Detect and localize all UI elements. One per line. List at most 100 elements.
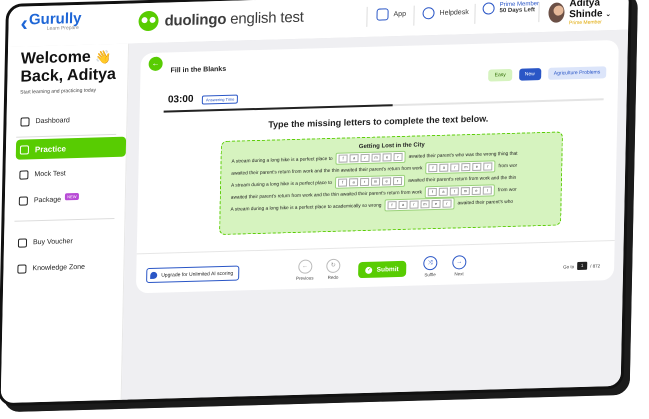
- logo-chevron-icon: ‹: [20, 10, 29, 36]
- letter-box[interactable]: m: [460, 187, 471, 196]
- welcome-subtitle: Start learning and practicing today: [20, 87, 97, 96]
- duolingo-owl-icon: [138, 10, 159, 32]
- new-chip: New: [518, 68, 541, 81]
- brand-suffix: english test: [230, 8, 304, 28]
- passage-text: A stream during a long hike is a perfect…: [231, 180, 333, 189]
- check-icon: ✓: [365, 266, 373, 274]
- letter-box[interactable]: e: [431, 199, 441, 209]
- knowledge-icon: [17, 263, 27, 274]
- main-content: ← Fill in the Blanks Easy New Agricultur…: [121, 29, 629, 400]
- letter-blanks[interactable]: farmer: [384, 197, 455, 212]
- app-window: ‹ Gurully Learn Prepare duolingo english…: [0, 0, 633, 407]
- question-card: ← Fill in the Blanks Easy New Agricultur…: [135, 39, 619, 295]
- user-name: Aditya Shinde: [569, 0, 603, 21]
- letter-box[interactable]: r: [449, 187, 460, 196]
- sidebar-item-mock-test[interactable]: Mock Test: [15, 162, 125, 185]
- next-button[interactable]: → Next: [452, 255, 467, 276]
- letter-box[interactable]: m: [461, 163, 471, 172]
- phone-icon: [376, 8, 389, 21]
- letter-box[interactable]: m: [371, 153, 381, 162]
- letter-box[interactable]: e: [382, 177, 392, 186]
- shuffle-icon: ⤨: [423, 255, 438, 271]
- logo-tagline: Learn Prepare: [46, 24, 79, 32]
- letter-blanks[interactable]: farmer: [425, 160, 496, 175]
- sidebar-item-knowledge-zone[interactable]: Knowledge Zone: [13, 256, 123, 279]
- difficulty-chip: Easy: [488, 68, 512, 82]
- sidebar: Welcome 👋 Back, Aditya Start learning an…: [0, 43, 130, 404]
- dashboard-icon: [20, 116, 30, 127]
- letter-box[interactable]: a: [349, 178, 359, 187]
- sidebar-item-package[interactable]: Package NEW: [15, 188, 125, 211]
- letter-box[interactable]: f: [338, 154, 348, 163]
- new-badge: NEW: [65, 192, 79, 200]
- letter-box[interactable]: r: [393, 152, 403, 162]
- welcome-heading: Welcome 👋 Back, Aditya: [20, 48, 117, 86]
- arrow-left-icon: ←: [297, 259, 313, 274]
- helpdesk-icon: [422, 7, 435, 20]
- passage-text: awaited their parent's return from work …: [408, 175, 517, 184]
- app-link[interactable]: App: [376, 8, 406, 21]
- letter-box[interactable]: r: [450, 163, 460, 172]
- letter-box[interactable]: r: [393, 176, 403, 186]
- duolingo-brand: duolingo english test: [138, 7, 304, 32]
- letter-box[interactable]: e: [382, 153, 392, 162]
- user-menu[interactable]: Aditya Shinde ⌄ Prime Member: [548, 0, 629, 27]
- letter-box[interactable]: a: [438, 187, 449, 196]
- app-label: App: [393, 10, 407, 18]
- category-chip: Agriculture Problems: [547, 66, 607, 80]
- letter-box[interactable]: f: [338, 178, 348, 187]
- passage-text: from wor: [498, 163, 518, 169]
- letter-box[interactable]: r: [360, 153, 370, 163]
- letter-box[interactable]: r: [360, 177, 370, 187]
- letter-box[interactable]: a: [439, 163, 449, 172]
- letter-box[interactable]: r: [482, 186, 493, 195]
- letter-box[interactable]: r: [442, 199, 452, 208]
- gurully-logo[interactable]: ‹ Gurully Learn Prepare: [20, 10, 81, 36]
- letter-box[interactable]: e: [471, 186, 482, 195]
- helpdesk-label: Helpdesk: [439, 8, 469, 17]
- letter-blanks[interactable]: farmer: [335, 150, 406, 165]
- goto-page: Go to 1 / 872: [563, 261, 601, 271]
- previous-button[interactable]: ← Previous: [296, 259, 314, 281]
- redo-button[interactable]: ↻ Redo: [326, 258, 341, 280]
- avatar: [548, 2, 565, 23]
- practice-icon: [19, 144, 30, 155]
- voucher-icon: [17, 237, 28, 248]
- letter-box[interactable]: f: [428, 163, 438, 173]
- letter-box[interactable]: a: [398, 200, 408, 210]
- back-arrow-icon[interactable]: ←: [148, 56, 163, 72]
- page-input[interactable]: 1: [577, 261, 588, 271]
- submit-button[interactable]: ✓ Submit: [358, 260, 407, 279]
- action-bar: Upgrade for Unlimited AI scoring ← Previ…: [135, 239, 615, 295]
- mock-test-icon: [19, 169, 29, 180]
- passage-text: from wor: [497, 187, 517, 193]
- prime-status[interactable]: Prime Member 50 Days Left: [482, 1, 539, 15]
- letter-blanks[interactable]: farmer: [334, 174, 406, 189]
- letter-box[interactable]: a: [349, 154, 359, 163]
- letter-box[interactable]: f: [427, 187, 438, 197]
- chevron-down-icon: ⌄: [605, 11, 612, 19]
- arrow-right-icon: →: [452, 255, 467, 270]
- timer-label: Answering Time: [201, 94, 239, 105]
- letter-box[interactable]: m: [371, 177, 381, 186]
- passage-text: A stream during a long hike is a perfect…: [230, 203, 382, 213]
- progress-fill: [163, 104, 393, 113]
- helpdesk-link[interactable]: Helpdesk: [422, 6, 469, 20]
- letter-blanks[interactable]: farmer: [424, 184, 496, 199]
- sidebar-item-practice[interactable]: Practice: [15, 136, 127, 160]
- timer: 03:00: [167, 93, 194, 106]
- letter-box[interactable]: m: [420, 200, 430, 209]
- letter-box[interactable]: r: [483, 162, 493, 171]
- prime-days-left: 50 Days Left: [499, 7, 535, 15]
- letter-box[interactable]: e: [472, 162, 482, 171]
- sidebar-item-dashboard[interactable]: Dashboard: [16, 109, 126, 132]
- upgrade-button[interactable]: Upgrade for Unlimited AI scoring: [146, 265, 240, 284]
- passage-text: awaited their parent's who: [457, 199, 514, 206]
- sidebar-item-buy-voucher[interactable]: Buy Voucher: [14, 230, 124, 253]
- letter-box[interactable]: r: [409, 200, 419, 209]
- brand-name: duolingo: [164, 10, 227, 30]
- letter-box[interactable]: f: [387, 201, 397, 210]
- shuffle-button[interactable]: ⤨ Suffle: [423, 255, 438, 277]
- waving-hand-icon: 👋: [95, 49, 112, 65]
- passage-text: awaited their parent's who was the wrong…: [408, 151, 518, 160]
